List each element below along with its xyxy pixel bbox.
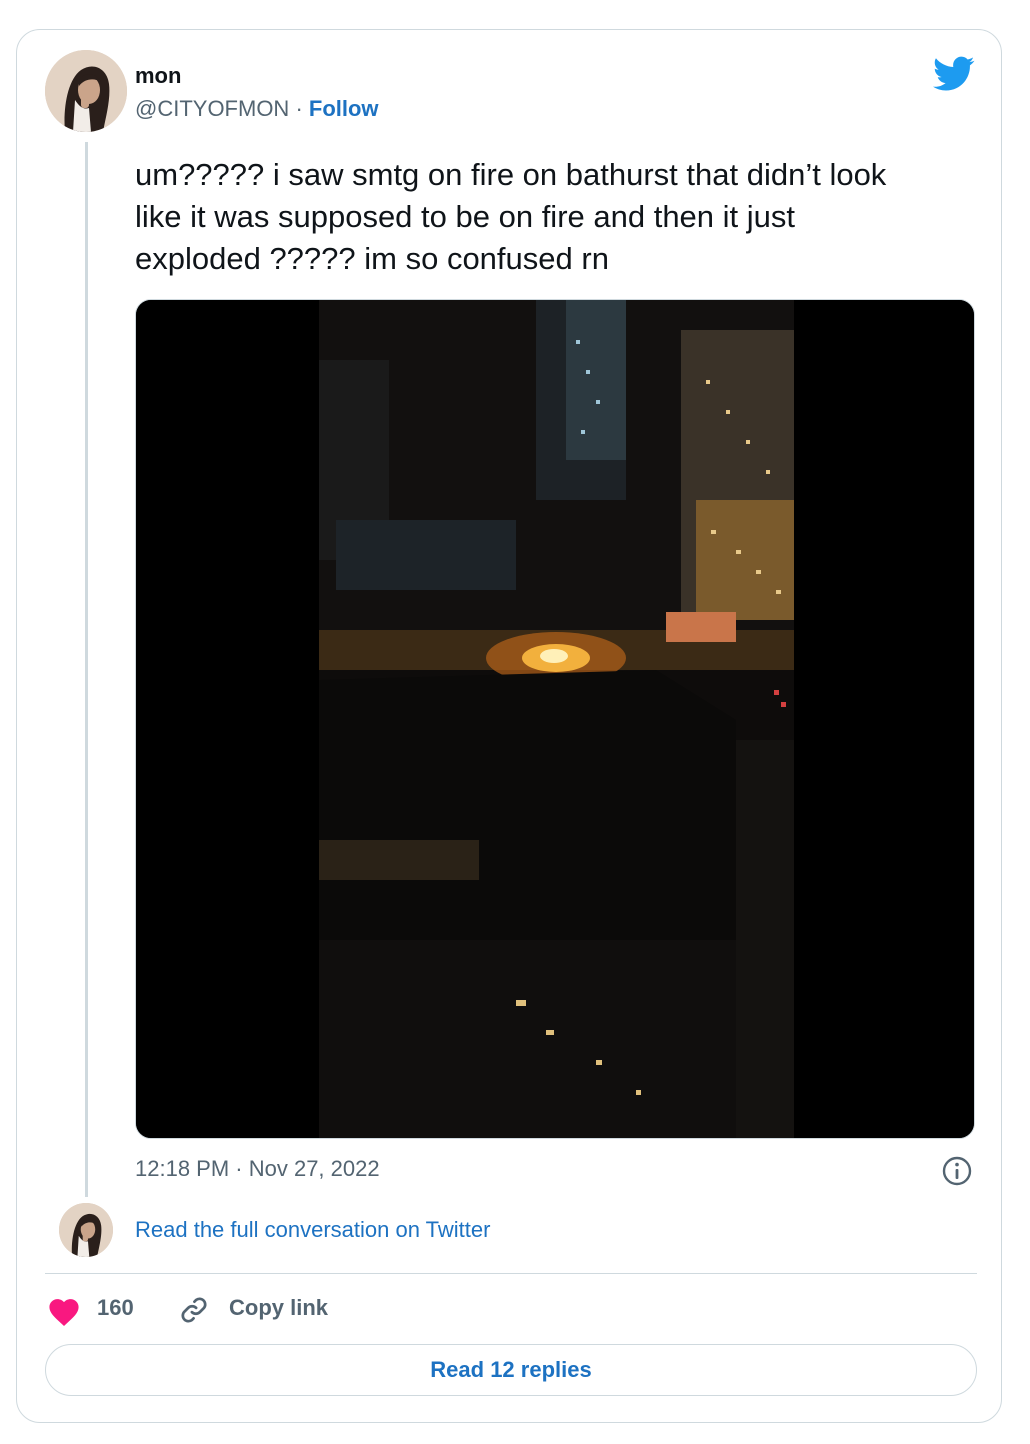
- tweet-timestamp[interactable]: 12:18 PM · Nov 27, 2022: [135, 1156, 380, 1182]
- read-replies-button[interactable]: Read 12 replies: [45, 1344, 977, 1396]
- author-name[interactable]: mon: [135, 63, 181, 89]
- video-frame: [319, 300, 794, 1138]
- author-handle[interactable]: @CITYOFMON: [135, 96, 289, 121]
- like-count[interactable]: 160: [97, 1295, 134, 1321]
- separator-dot: ·: [289, 96, 309, 121]
- link-icon[interactable]: [177, 1293, 211, 1327]
- follow-button[interactable]: Follow: [309, 96, 379, 121]
- tweet-video[interactable]: [135, 299, 975, 1139]
- author-handle-row: @CITYOFMON · Follow: [135, 96, 379, 122]
- copy-link-button[interactable]: Copy link: [229, 1295, 328, 1321]
- read-full-conversation-link[interactable]: Read the full conversation on Twitter: [135, 1217, 490, 1243]
- reply-avatar: [59, 1203, 113, 1257]
- info-icon[interactable]: [941, 1155, 973, 1187]
- heart-icon[interactable]: [47, 1295, 81, 1327]
- author-avatar[interactable]: [45, 50, 127, 132]
- tweet-text: um????? i saw smtg on fire on bathurst t…: [135, 157, 887, 276]
- divider: [45, 1273, 977, 1274]
- twitter-bird-icon[interactable]: [933, 56, 975, 92]
- tweet-embed-card: mon @CITYOFMON · Follow um????? i saw sm…: [16, 29, 1002, 1423]
- thread-line: [85, 142, 88, 1197]
